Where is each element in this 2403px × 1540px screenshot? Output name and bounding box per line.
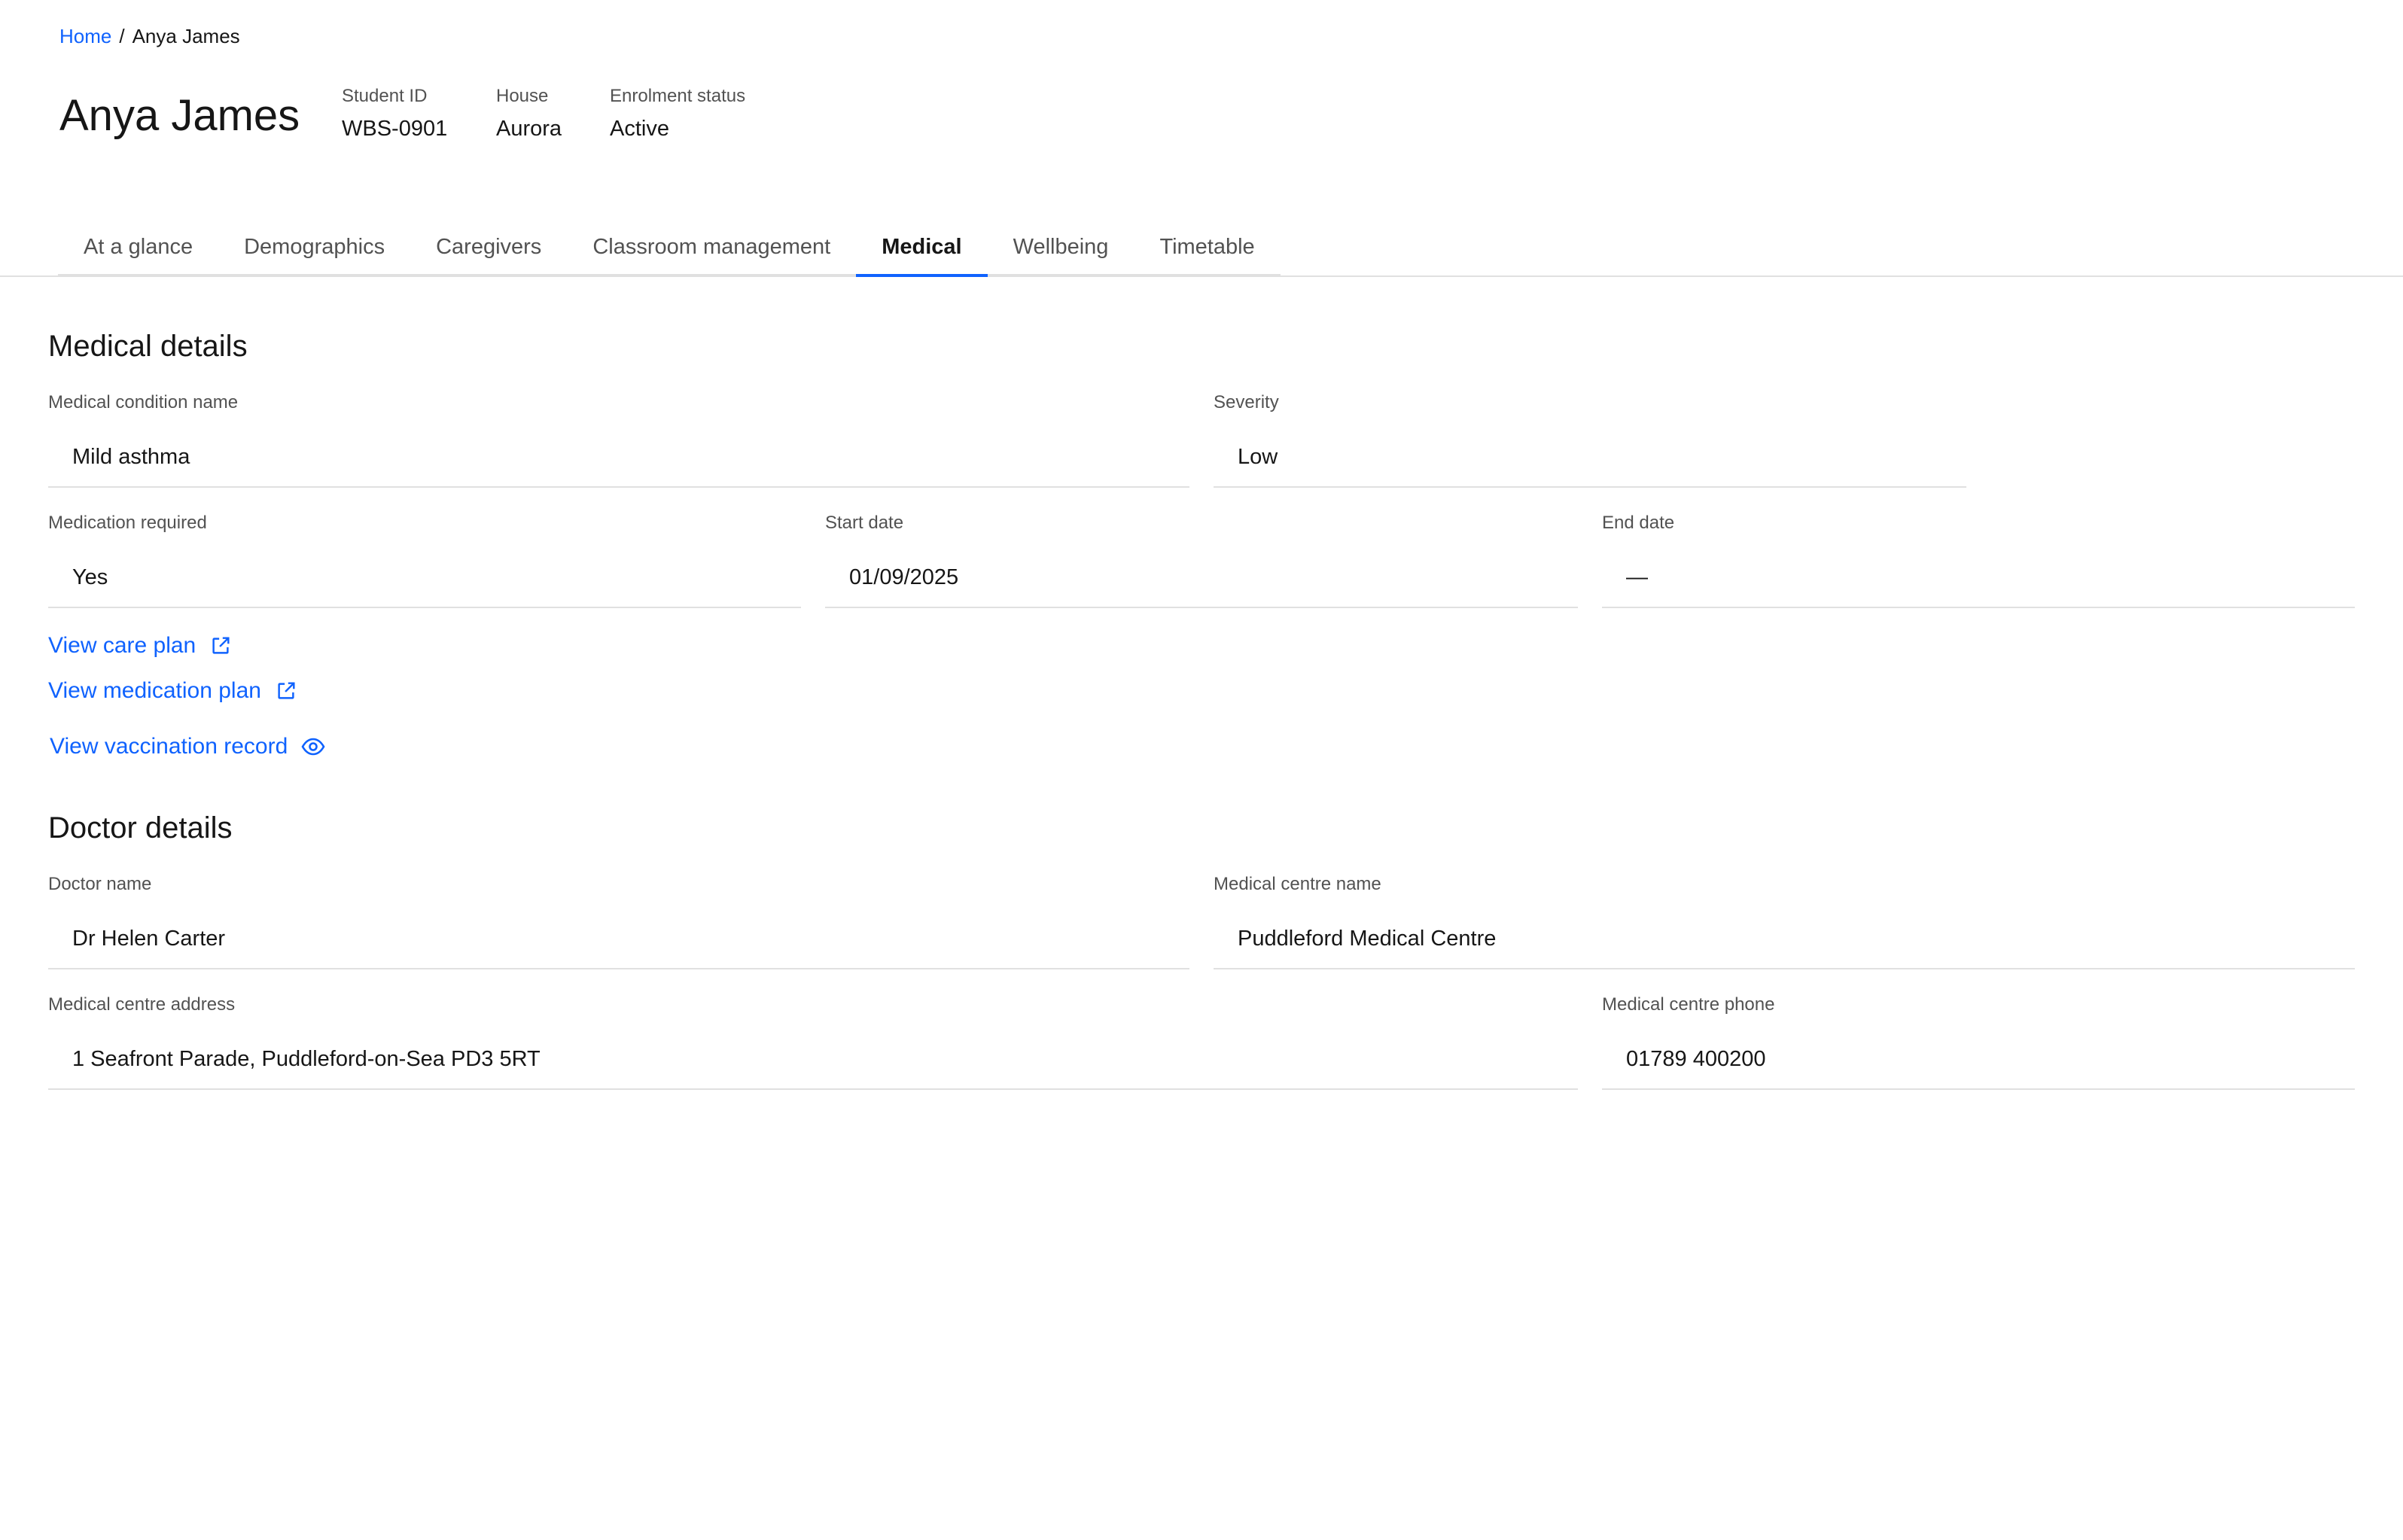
breadcrumb-home-link[interactable]: Home — [59, 24, 111, 48]
medical-condition-field: Medical condition name Mild asthma — [48, 391, 1189, 488]
start-date-label: Start date — [825, 513, 904, 533]
breadcrumb: Home / Anya James — [59, 24, 240, 48]
end-date-field: End date — — [1602, 512, 2355, 608]
end-date-input[interactable]: — — [1602, 548, 2355, 608]
severity-input[interactable]: Low — [1214, 428, 1966, 488]
external-link-icon — [212, 637, 230, 654]
end-date-label: End date — [1602, 513, 1675, 533]
medical-centre-phone-label: Medical centre phone — [1602, 994, 1775, 1015]
view-vaccination-record-link[interactable]: View vaccination record — [50, 732, 325, 762]
tab-wellbeing[interactable]: Wellbeing — [987, 226, 1134, 277]
tab-caregivers[interactable]: Caregivers — [410, 226, 568, 277]
enrolment-status-meta: Enrolment status Active — [610, 85, 745, 142]
tab-demographics[interactable]: Demographics — [218, 226, 411, 277]
view-care-plan-link[interactable]: View care plan — [48, 631, 232, 661]
medical-centre-address-label: Medical centre address — [48, 994, 236, 1015]
student-id-meta: Student ID WBS-0901 — [342, 85, 447, 142]
severity-label: Severity — [1214, 392, 1279, 412]
tab-medical[interactable]: Medical — [856, 226, 988, 277]
page-title: Anya James — [59, 91, 300, 140]
medical-centre-name-input[interactable]: Puddleford Medical Centre — [1214, 909, 2355, 969]
eye-icon — [301, 738, 325, 756]
medical-condition-input[interactable]: Mild asthma — [48, 428, 1189, 488]
medical-centre-phone-input[interactable]: 01789 400200 — [1602, 1030, 2355, 1090]
start-date-input[interactable]: 01/09/2025 — [825, 548, 1578, 608]
medical-details-heading: Medical details — [48, 330, 248, 363]
house-label: House — [496, 86, 549, 106]
tab-classroom-management[interactable]: Classroom management — [567, 226, 857, 277]
view-medication-plan-label: View medication plan — [48, 678, 261, 703]
profile-tabs: At a glance Demographics Caregivers Clas… — [58, 226, 1281, 277]
tab-at-a-glance[interactable]: At a glance — [58, 226, 219, 277]
student-id-label: Student ID — [342, 86, 428, 106]
house-meta: House Aurora — [496, 85, 562, 142]
view-vaccination-record-label: View vaccination record — [50, 734, 288, 759]
enrolment-status-label: Enrolment status — [610, 86, 746, 106]
view-care-plan-label: View care plan — [48, 633, 196, 658]
doctor-name-label: Doctor name — [48, 874, 152, 894]
enrolment-status-value: Active — [610, 117, 669, 141]
medical-centre-address-field: Medical centre address 1 Seafront Parade… — [48, 994, 1578, 1090]
start-date-field: Start date 01/09/2025 — [825, 512, 1578, 608]
student-profile-page: Home / Anya James Anya James Student ID … — [0, 0, 2403, 1540]
external-link-icon — [278, 682, 295, 699]
medication-required-input[interactable]: Yes — [48, 548, 801, 608]
doctor-name-input[interactable]: Dr Helen Carter — [48, 909, 1189, 969]
tab-timetable[interactable]: Timetable — [1134, 226, 1281, 277]
house-value: Aurora — [496, 117, 562, 141]
doctor-details-heading: Doctor details — [48, 811, 233, 845]
breadcrumb-separator: / — [119, 25, 125, 47]
breadcrumb-current: Anya James — [132, 25, 240, 47]
medical-centre-phone-field: Medical centre phone 01789 400200 — [1602, 994, 2355, 1090]
severity-field: Severity Low — [1214, 391, 1966, 488]
doctor-name-field: Doctor name Dr Helen Carter — [48, 873, 1189, 969]
medication-required-field: Medication required Yes — [48, 512, 801, 608]
medical-condition-label: Medical condition name — [48, 392, 239, 412]
student-id-value: WBS-0901 — [342, 117, 448, 141]
view-medication-plan-link[interactable]: View medication plan — [48, 676, 297, 706]
medical-centre-name-label: Medical centre name — [1214, 874, 1381, 894]
medication-required-label: Medication required — [48, 513, 207, 533]
medical-centre-address-input[interactable]: 1 Seafront Parade, Puddleford-on-Sea PD3… — [48, 1030, 1578, 1090]
medical-centre-name-field: Medical centre name Puddleford Medical C… — [1214, 873, 2355, 969]
